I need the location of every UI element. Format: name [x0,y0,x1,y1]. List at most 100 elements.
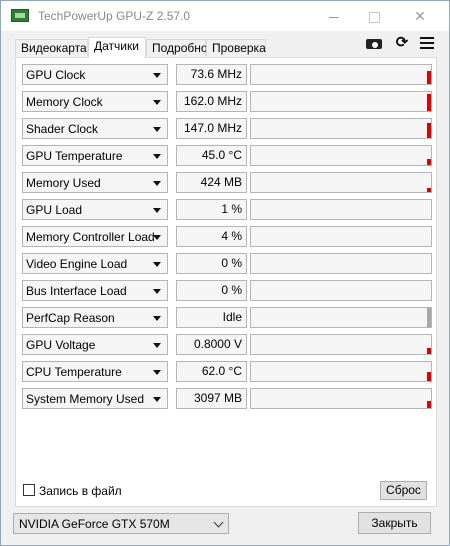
sensor-name-dropdown[interactable]: Memory Used [22,172,168,193]
sensor-name-dropdown[interactable]: Memory Controller Load [22,226,168,247]
menu-icon[interactable] [419,35,437,51]
sensor-graph [250,280,432,301]
sensor-row: Memory Clock 162.0 MHz [22,91,432,112]
sensor-name-dropdown[interactable]: Shader Clock [22,118,168,139]
log-to-file-checkbox[interactable] [23,484,35,496]
sensor-name-label: GPU Temperature [26,149,123,163]
dropdown-arrow-icon [153,154,161,159]
sensor-graph [250,145,432,166]
sensors-panel: GPU Clock 73.6 MHz Memory Clock 162.0 MHz Sh… [15,57,437,507]
sensor-name-dropdown[interactable]: GPU Temperature [22,145,168,166]
sensor-name-dropdown[interactable]: GPU Clock [22,64,168,85]
dropdown-arrow-icon [153,127,161,132]
sensor-name-dropdown[interactable]: GPU Voltage [22,334,168,355]
sensor-row: CPU Temperature 62.0 °C [22,361,432,382]
dropdown-arrow-icon [153,73,161,78]
sensor-name-dropdown[interactable]: GPU Load [22,199,168,220]
gpu-select-dropdown[interactable]: NVIDIA GeForce GTX 570M [13,513,229,534]
dropdown-arrow-icon [153,208,161,213]
sensor-row: Bus Interface Load 0 % [22,280,432,301]
dropdown-arrow-icon [153,235,161,240]
sensor-graph-bar [427,348,431,354]
sensor-row: Memory Controller Load 4 % [22,226,432,247]
sensor-value: 45.0 °C [176,145,247,166]
sensor-graph [250,253,432,274]
dropdown-arrow-icon [153,181,161,186]
sensor-row: GPU Voltage 0.8000 V [22,334,432,355]
title-bar[interactable]: TechPowerUp GPU-Z 2.57.0 ✕ [1,1,449,31]
dropdown-arrow-icon [153,343,161,348]
sensor-value: 147.0 MHz [176,118,247,139]
sensor-name-label: Shader Clock [26,122,99,136]
sensor-value: 1 % [176,199,247,220]
gpu-select-value: NVIDIA GeForce GTX 570M [19,517,170,531]
sensor-graph-bar [427,71,431,84]
sensor-graph [250,307,432,328]
sensor-name-label: GPU Load [26,203,83,217]
sensor-row: System Memory Used 3097 MB [22,388,432,409]
sensor-value: 0 % [176,253,247,274]
sensor-value: 424 MB [176,172,247,193]
sensor-graph-bar [427,308,431,327]
log-to-file-label[interactable]: Запись в файл [39,484,122,498]
reset-button[interactable]: Сброс [380,481,427,500]
sensor-graph-bar [427,94,431,111]
sensor-name-label: Video Engine Load [26,257,128,271]
tab-sensors[interactable]: Датчики [88,37,146,58]
sensor-name-label: GPU Voltage [26,338,96,352]
sensor-row: Memory Used 424 MB [22,172,432,193]
close-app-button[interactable]: Закрыть [358,512,431,534]
tab-advanced[interactable]: Подробно [146,39,208,56]
sensor-graph [250,199,432,220]
dropdown-arrow-icon [153,262,161,267]
sensor-name-dropdown[interactable]: Memory Clock [22,91,168,112]
sensor-value: 162.0 MHz [176,91,247,112]
dropdown-arrow-icon [153,289,161,294]
sensor-graph-bar [427,188,431,192]
sensor-graph [250,172,432,193]
sensor-row: Video Engine Load 0 % [22,253,432,274]
sensor-value: 62.0 °C [176,361,247,382]
maximize-button[interactable] [351,1,397,31]
sensor-value: 3097 MB [176,388,247,409]
dropdown-arrow-icon [153,370,161,375]
sensor-graph [250,64,432,85]
sensor-graph [250,91,432,112]
sensor-value: 0.8000 V [176,334,247,355]
sensor-name-label: GPU Clock [26,68,86,82]
sensor-graph [250,361,432,382]
sensor-graph [250,118,432,139]
sensor-value: Idle [176,307,247,328]
sensor-name-dropdown[interactable]: System Memory Used [22,388,168,409]
sensor-name-dropdown[interactable]: PerfCap Reason [22,307,168,328]
dropdown-arrow-icon [153,397,161,402]
sensor-graph-bar [427,159,431,165]
sensor-name-dropdown[interactable]: Bus Interface Load [22,280,168,301]
refresh-icon[interactable]: ⟳ [393,35,411,51]
sensor-name-label: Memory Controller Load [26,230,155,244]
dropdown-arrow-icon [153,100,161,105]
sensor-row: GPU Temperature 45.0 °C [22,145,432,166]
sensor-name-label: System Memory Used [26,392,145,406]
sensor-name-label: CPU Temperature [26,365,122,379]
sensor-name-label: Memory Used [26,176,101,190]
sensor-graph-bar [427,123,431,138]
sensor-name-dropdown[interactable]: CPU Temperature [22,361,168,382]
camera-icon[interactable] [365,35,383,51]
maximize-icon [368,11,380,23]
sensor-value: 73.6 MHz [176,64,247,85]
close-icon: ✕ [414,8,426,24]
sensor-row: Shader Clock 147.0 MHz [22,118,432,139]
sensor-row: PerfCap Reason Idle [22,307,432,328]
close-window-button[interactable]: ✕ [397,1,443,31]
sensor-value: 0 % [176,280,247,301]
sensor-value: 4 % [176,226,247,247]
gpuz-app-icon [11,9,29,22]
sensor-row: GPU Clock 73.6 MHz [22,64,432,85]
sensor-name-label: PerfCap Reason [26,311,115,325]
sensor-name-label: Bus Interface Load [26,284,127,298]
tab-graphics-card[interactable]: Видеокарта [15,39,88,56]
sensor-graph [250,226,432,247]
tab-validation[interactable]: Проверка [206,39,266,56]
sensor-name-dropdown[interactable]: Video Engine Load [22,253,168,274]
